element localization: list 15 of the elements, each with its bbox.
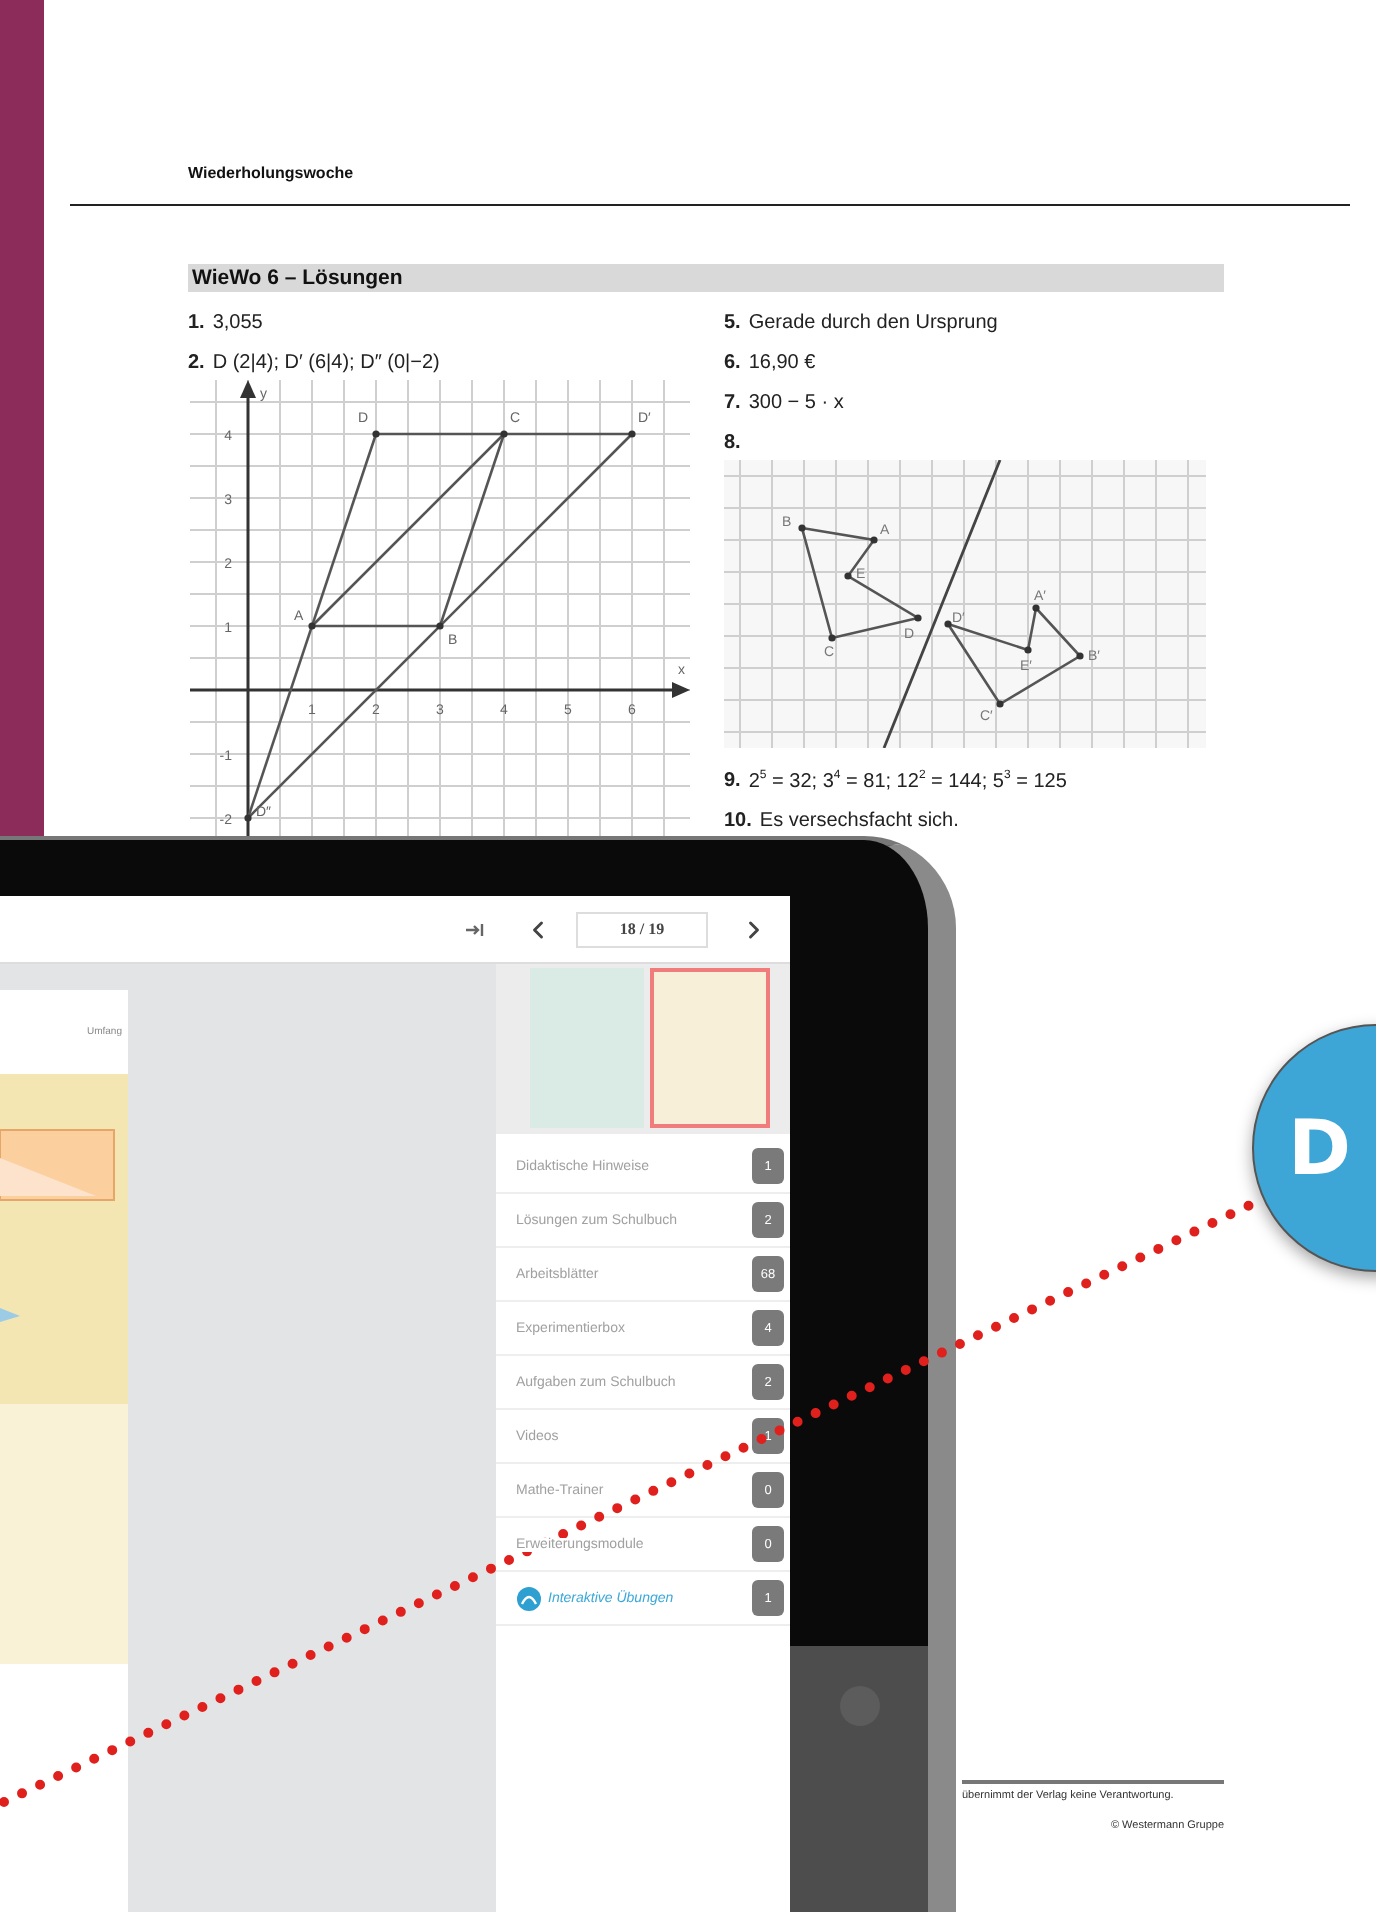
section-title: WieWo 6 – Lösungen <box>188 264 1224 292</box>
page-thumbnail[interactable] <box>650 968 770 1128</box>
answer-text: 6. 16,90 € <box>724 352 818 376</box>
answer-text: 2. D (2|4); D′ (6|4); D″ (0|−2) <box>188 352 442 376</box>
collapse-icon[interactable] <box>464 919 484 939</box>
page-header: Wiederholungswoche <box>188 164 354 182</box>
round-badge: D <box>1252 1024 1376 1272</box>
answer-text: 10. Es versechsfacht sich. <box>724 810 961 835</box>
answer-text: 9. 2$^{5}$ = 32; 3$^{4}$ = 81; 12$^{2}$ = 144; 5$^{3}$ = 125 <box>724 767 1069 795</box>
answer-text: 7. 300 − 5 · x <box>724 392 846 416</box>
page-number-field[interactable]: 18 / 19 <box>576 911 708 947</box>
answer-text: 8. <box>724 432 743 456</box>
answer-text: 5. Gerade durch den Ursprung <box>724 312 1000 336</box>
round-logo-icon <box>516 1585 542 1611</box>
answer-text: 1. 3,055 <box>188 312 265 336</box>
